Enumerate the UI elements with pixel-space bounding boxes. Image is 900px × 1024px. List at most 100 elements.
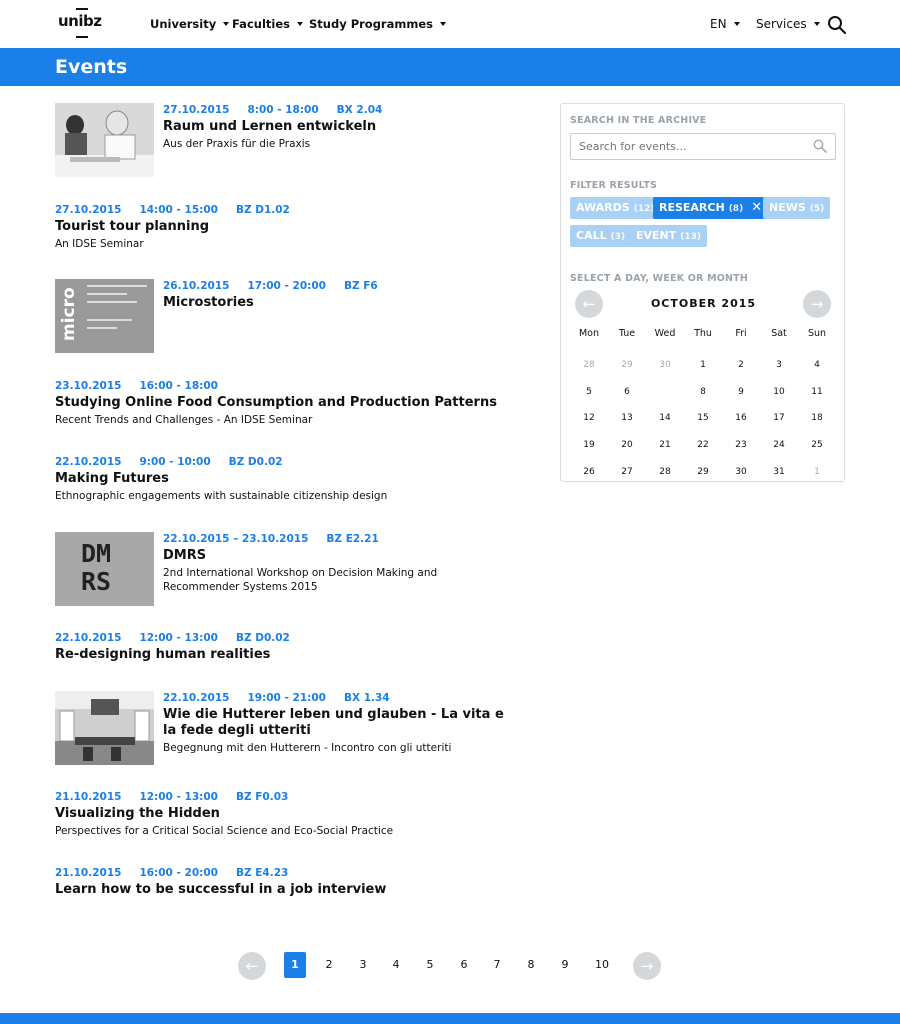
calendar-week-row[interactable]: 19 20 21 22 23 24 25 — [570, 433, 836, 460]
calendar-day[interactable]: 22 — [684, 440, 722, 450]
thumb-dmrs-line2: RS — [81, 567, 112, 596]
thumb-decoration — [87, 301, 137, 303]
filter-tag-research[interactable]: RESEARCH (8) ✕ — [653, 197, 769, 219]
event-date: 26.10.2015 — [163, 280, 230, 292]
calendar-day[interactable]: 15 — [684, 413, 722, 423]
calendar-day[interactable]: 29 — [608, 360, 646, 370]
event-title[interactable]: Microstories — [163, 295, 396, 311]
event-item[interactable]: 21.10.2015 16:00 - 20:00 BZ E4.23 Learn ho… — [55, 866, 515, 902]
event-title[interactable]: Making Futures — [55, 471, 515, 487]
calendar-day[interactable]: 31 — [760, 467, 798, 477]
calendar-day[interactable]: 1 — [798, 467, 836, 477]
event-title[interactable]: Re-designing human realities — [55, 647, 308, 663]
calendar-week-row[interactable]: 5 6 7 8 9 10 11 — [570, 380, 836, 407]
event-item[interactable]: 22.10.2015 12:00 - 13:00 BZ D0.02 Re-desig… — [55, 631, 515, 667]
filter-tag-event[interactable]: EVENT (13) — [630, 225, 708, 247]
event-thumbnail-children-drawing[interactable] — [55, 103, 154, 177]
calendar-day[interactable]: 27 — [608, 467, 646, 477]
calendar-week-row[interactable]: 26 27 28 29 30 31 1 — [570, 460, 836, 487]
unibz-logo[interactable]: unibz — [58, 8, 102, 40]
event-item[interactable]: micro 26.10.2015 17:00 - 20:00 BZ F6 Micro… — [55, 279, 515, 353]
nav-item-study-programmes[interactable]: Study Programmes — [309, 17, 446, 31]
event-thumbnail-room[interactable] — [55, 691, 154, 765]
calendar-week-row[interactable]: 28 29 30 1 2 3 4 — [570, 353, 836, 380]
calendar-day[interactable]: 5 — [570, 387, 608, 397]
calendar-day[interactable]: 29 — [684, 467, 722, 477]
event-item[interactable]: 22.10.2015 19:00 - 21:00 BX 1.34 Wie die H… — [55, 691, 515, 765]
calendar-day[interactable]: 4 — [798, 360, 836, 370]
calendar-day[interactable]: 17 — [760, 413, 798, 423]
search-icon[interactable] — [827, 15, 847, 35]
search-icon[interactable] — [813, 139, 827, 153]
calendar-day[interactable]: 20 — [608, 440, 646, 450]
page-number[interactable]: 8 — [520, 952, 542, 978]
calendar-day[interactable]: 21 — [646, 440, 684, 450]
filter-results-label: FILTER RESULTS — [570, 180, 658, 191]
event-title[interactable]: Wie die Hutterer leben und glauben - La … — [163, 707, 513, 739]
services-menu[interactable]: Services — [756, 17, 820, 31]
calendar-day[interactable]: 28 — [646, 467, 684, 477]
calendar-day[interactable]: 12 — [570, 413, 608, 423]
calendar-day[interactable]: 9 — [722, 387, 760, 397]
event-item[interactable]: DM RS 22.10.2015 – 23.10.2015 BZ E2.21 DM… — [55, 532, 515, 606]
event-title[interactable]: Visualizing the Hidden — [55, 806, 515, 822]
calendar-day[interactable]: 19 — [570, 440, 608, 450]
nav-item-university[interactable]: University — [150, 17, 230, 31]
page-number[interactable]: 2 — [318, 952, 340, 978]
page-number[interactable]: 1 — [284, 952, 306, 978]
event-item[interactable]: 27.10.2015 8:00 - 18:00 BX 2.04 Raum und L… — [55, 103, 515, 177]
calendar-day[interactable]: 30 — [722, 467, 760, 477]
calendar-day[interactable]: 26 — [570, 467, 608, 477]
calendar-day[interactable]: 30 — [646, 360, 684, 370]
archive-search-input[interactable] — [571, 134, 807, 159]
page-number[interactable]: 6 — [453, 952, 475, 978]
filter-tag-awards[interactable]: AWARDS (12) — [570, 197, 661, 219]
calendar-day[interactable]: 18 — [798, 413, 836, 423]
filter-tag-news[interactable]: NEWS (5) — [763, 197, 831, 219]
event-title[interactable]: Raum und Lernen entwickeln — [163, 119, 400, 135]
page-number[interactable]: 7 — [486, 952, 508, 978]
page-number[interactable]: 4 — [385, 952, 407, 978]
archive-search-box[interactable] — [570, 133, 836, 160]
calendar-day[interactable]: 1 — [684, 360, 722, 370]
event-item[interactable]: 21.10.2015 12:00 - 13:00 BZ F0.03 Visualiz… — [55, 790, 515, 840]
calendar-day-number: 3 — [776, 359, 782, 370]
nav-item-faculties[interactable]: Faculties — [232, 17, 303, 31]
calendar-day-number: 28 — [583, 359, 595, 370]
event-thumbnail-micro[interactable]: micro — [55, 279, 154, 353]
calendar-day[interactable]: 13 — [608, 413, 646, 423]
calendar-day[interactable]: 2 — [722, 360, 760, 370]
page-number[interactable]: 3 — [352, 952, 374, 978]
calendar-day[interactable]: 3 — [760, 360, 798, 370]
page-number[interactable]: 10 — [590, 952, 614, 978]
page-number[interactable]: 9 — [554, 952, 576, 978]
pagination-prev-button[interactable]: ← — [238, 952, 266, 980]
calendar-day[interactable]: 7 — [646, 380, 684, 403]
calendar-week-row[interactable]: 12 13 14 15 16 17 18 — [570, 406, 836, 433]
page-number[interactable]: 5 — [419, 952, 441, 978]
calendar-day[interactable]: 6 — [608, 387, 646, 397]
event-title[interactable]: Studying Online Food Consumption and Pro… — [55, 395, 515, 411]
event-item[interactable]: 27.10.2015 14:00 - 15:00 BZ D1.02 Tourist … — [55, 203, 515, 253]
event-title[interactable]: Tourist tour planning — [55, 219, 308, 235]
event-title[interactable]: DMRS — [163, 548, 513, 564]
calendar-day[interactable]: 8 — [684, 387, 722, 397]
calendar-next-button[interactable]: → — [803, 290, 831, 318]
calendar-day[interactable]: 10 — [760, 387, 798, 397]
calendar-day-number: 4 — [814, 359, 820, 370]
language-selector[interactable]: EN — [710, 17, 740, 31]
event-thumbnail-dmrs[interactable]: DM RS — [55, 532, 154, 606]
event-item[interactable]: 22.10.2015 9:00 - 10:00 BZ D0.02 Making Fu… — [55, 455, 515, 505]
calendar-day[interactable]: 14 — [646, 413, 684, 423]
pagination-next-button[interactable]: → — [633, 952, 661, 980]
calendar-day[interactable]: 25 — [798, 440, 836, 450]
calendar-day[interactable]: 28 — [570, 360, 608, 370]
close-icon[interactable]: ✕ — [751, 197, 762, 219]
calendar-day[interactable]: 23 — [722, 440, 760, 450]
filter-tag-call[interactable]: CALL (3) — [570, 225, 632, 247]
calendar-day[interactable]: 24 — [760, 440, 798, 450]
calendar-day[interactable]: 11 — [798, 387, 836, 397]
event-item[interactable]: 23.10.2015 16:00 - 18:00 Studying Online … — [55, 379, 515, 429]
calendar-day[interactable]: 16 — [722, 413, 760, 423]
event-title[interactable]: Learn how to be successful in a job inte… — [55, 882, 515, 898]
